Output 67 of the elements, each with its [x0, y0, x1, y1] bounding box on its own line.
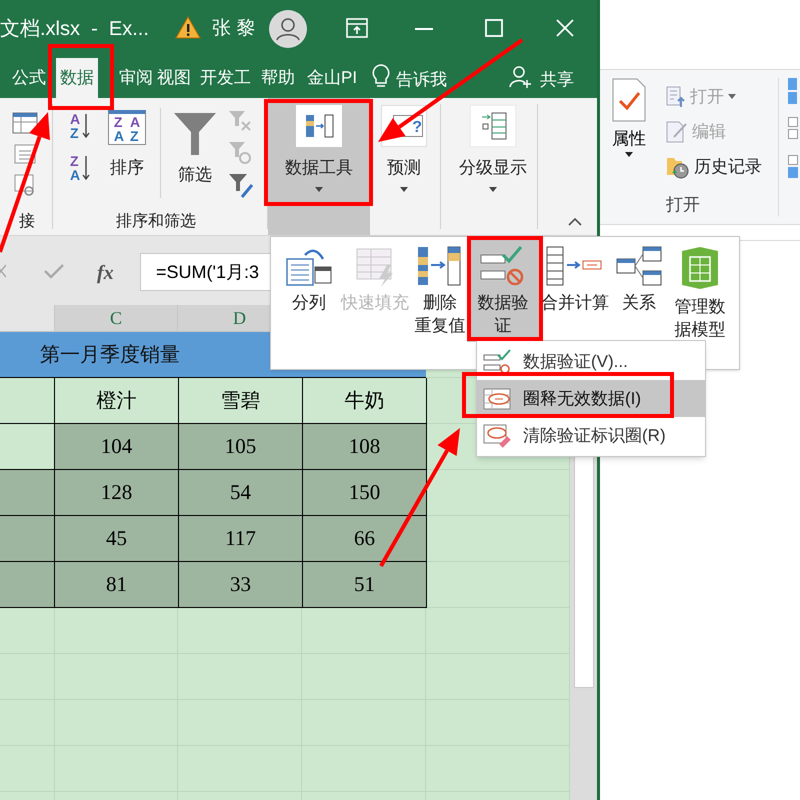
- data-tools-icon: [296, 105, 342, 147]
- ribbon-tab[interactable]: 数据: [56, 58, 98, 98]
- table-cell: 104: [55, 424, 179, 470]
- ribbon-tab[interactable]: 开发工: [196, 58, 255, 98]
- document-upload-icon: [666, 86, 686, 108]
- close-icon[interactable]: [556, 19, 574, 37]
- sort-button[interactable]: Z A A Z 排序: [102, 110, 152, 180]
- check-and-prohibit-icon: [483, 348, 511, 374]
- table-cell: 45: [55, 516, 179, 562]
- lightbulb-icon: [372, 64, 390, 90]
- sort-icon: Z A A Z: [108, 110, 146, 145]
- caret-icon: [489, 186, 497, 192]
- group-label: 接: [19, 212, 35, 232]
- document-check-icon: [612, 78, 646, 122]
- menu-item[interactable]: 圈释无效数据(I): [477, 380, 705, 417]
- outline-icon: [470, 105, 516, 147]
- ribbon-button[interactable]: 管理数 据模型: [667, 239, 733, 342]
- column-header[interactable]: C: [55, 305, 178, 331]
- person-add-icon: [509, 65, 533, 89]
- circled-grid-icon: [483, 388, 511, 410]
- ribbon-button[interactable]: 合并计算: [539, 239, 611, 342]
- warning-icon: [175, 16, 201, 39]
- table-cell: 150: [303, 470, 427, 516]
- maximize-icon[interactable]: [485, 19, 503, 37]
- caret-icon: [625, 152, 633, 156]
- window-title: 文档.xlsx - Ex...: [0, 17, 149, 42]
- table-cell: 128: [55, 470, 179, 516]
- ribbon-display-icon[interactable]: [346, 18, 368, 38]
- linked-tables-icon: [615, 245, 663, 287]
- table-cell: 66: [303, 516, 427, 562]
- avatar-icon[interactable]: [269, 10, 307, 48]
- group-label: 打开: [666, 194, 700, 216]
- collapse-ribbon-icon[interactable]: [568, 218, 582, 226]
- menu-item[interactable]: 清除验证标识圈(R): [477, 417, 705, 454]
- table-cell: 33: [179, 562, 303, 608]
- properties-button[interactable]: 属性: [606, 78, 652, 156]
- advanced-filter-icon[interactable]: [228, 173, 254, 199]
- tell-me-search[interactable]: 告诉我: [396, 67, 447, 92]
- caret-icon: [400, 186, 408, 192]
- command-button[interactable]: 历史记录: [666, 154, 762, 180]
- pencil-document-icon: [666, 120, 688, 143]
- table-cell: 81: [55, 562, 179, 608]
- ribbon-button[interactable]: 分级显示: [452, 98, 534, 235]
- share-button[interactable]: 共享: [540, 67, 574, 92]
- ribbon-button[interactable]: 数据工具: [268, 98, 370, 235]
- table-cell: 51: [303, 562, 427, 608]
- filter-button[interactable]: 筛选: [170, 112, 220, 188]
- annotation-frame: [48, 44, 114, 110]
- menu-item[interactable]: 数据验证(V)...: [477, 343, 705, 380]
- funnel-icon: [173, 112, 217, 156]
- ribbon-tab[interactable]: 公式: [8, 58, 50, 98]
- caret-icon: [315, 186, 323, 192]
- table-cell: 105: [179, 424, 303, 470]
- ribbon-button[interactable]: 关系: [611, 239, 667, 342]
- ribbon-tab[interactable]: 帮助: [257, 58, 299, 98]
- table-cell: 117: [179, 516, 303, 562]
- table-icon[interactable]: [12, 112, 38, 134]
- table-cell: 54: [179, 470, 303, 516]
- ribbon-tab[interactable]: 金山PI: [303, 58, 362, 98]
- user-name: 张 黎: [212, 17, 256, 41]
- eraser-grid-icon: [483, 424, 511, 448]
- insert-function-button[interactable]: fx: [97, 258, 114, 288]
- enter-checkmark-icon[interactable]: [44, 263, 64, 279]
- group-label: 排序和筛选: [116, 212, 196, 232]
- caret-icon: [728, 94, 736, 100]
- grid-cell: [0, 608, 55, 654]
- table-cell: 108: [303, 424, 427, 470]
